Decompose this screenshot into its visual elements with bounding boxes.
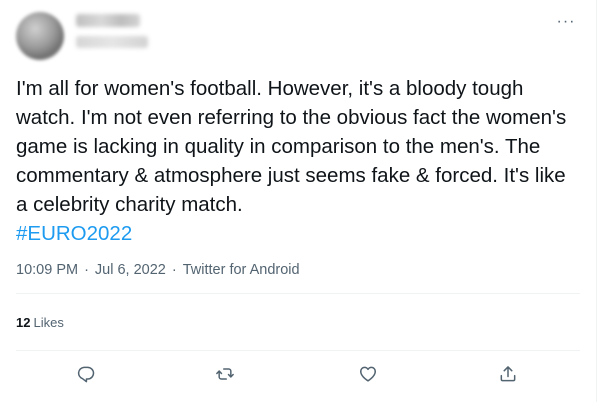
divider	[16, 293, 580, 294]
hashtag-link[interactable]: #EURO2022	[16, 222, 132, 245]
tweet-card: ··· I'm all for women's football. Howeve…	[0, 0, 597, 402]
retweet-button[interactable]	[211, 360, 239, 388]
more-options-button[interactable]: ···	[554, 10, 578, 34]
likes-label: Likes	[33, 315, 64, 330]
more-horizontal-icon: ···	[556, 13, 576, 30]
likes-count-link[interactable]: 12 Likes	[16, 315, 64, 330]
tweet-time[interactable]: 10:09 PM	[16, 262, 78, 278]
tweet-body: I'm all for women's football. However, i…	[16, 77, 572, 216]
heart-icon	[360, 366, 376, 382]
tweet-source[interactable]: Twitter for Android	[183, 262, 300, 278]
like-button[interactable]	[354, 360, 382, 388]
share-button[interactable]	[494, 360, 522, 388]
author-display-name[interactable]	[76, 14, 140, 27]
tweet-date[interactable]: Jul 6, 2022	[95, 262, 166, 278]
reply-button[interactable]	[72, 360, 100, 388]
reply-icon	[77, 366, 95, 383]
tweet-text: I'm all for women's football. However, i…	[16, 74, 581, 248]
author-handle[interactable]	[76, 36, 148, 48]
meta-separator: ·	[171, 262, 177, 278]
divider	[16, 350, 580, 351]
retweet-icon	[216, 368, 234, 380]
action-bar	[0, 358, 596, 388]
likes-count: 12	[16, 315, 31, 330]
avatar[interactable]	[16, 12, 64, 60]
tweet-metadata: 10:09 PM · Jul 6, 2022 · Twitter for And…	[16, 262, 300, 278]
meta-separator: ·	[84, 262, 89, 278]
share-icon	[500, 366, 516, 382]
